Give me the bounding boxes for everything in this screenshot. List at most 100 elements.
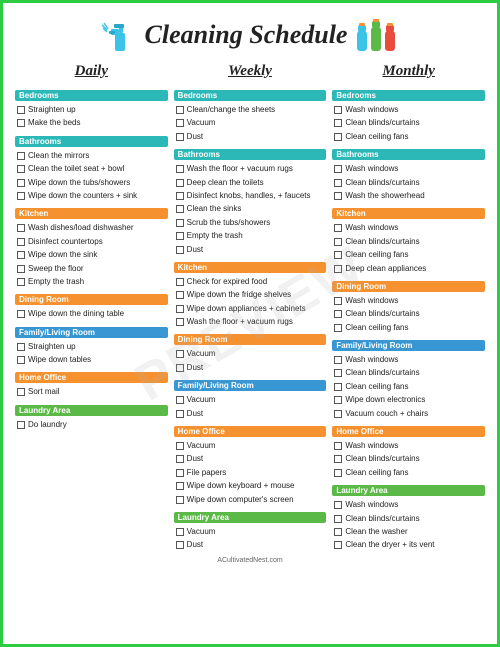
task-item: Vacuum [174,118,327,128]
task-checkbox[interactable] [334,501,342,509]
task-checkbox[interactable] [176,219,184,227]
task-checkbox[interactable] [334,442,342,450]
task-item: Dust [174,454,327,464]
task-checkbox[interactable] [176,192,184,200]
task-label: Dust [187,540,203,550]
task-checkbox[interactable] [176,541,184,549]
task-checkbox[interactable] [176,442,184,450]
task-checkbox[interactable] [334,541,342,549]
task-checkbox[interactable] [17,224,25,232]
task-label: Disinfect countertops [28,237,103,247]
task-checkbox[interactable] [334,396,342,404]
task-checkbox[interactable] [334,410,342,418]
task-checkbox[interactable] [176,205,184,213]
section-header-1-3: Dining Room [174,334,327,345]
task-checkbox[interactable] [17,265,25,273]
task-checkbox[interactable] [334,455,342,463]
task-label: Wash windows [345,500,398,510]
task-checkbox[interactable] [334,192,342,200]
task-item: Clean blinds/curtains [332,237,485,247]
task-checkbox[interactable] [17,388,25,396]
section-header-2-4: Family/Living Room [332,340,485,351]
task-checkbox[interactable] [176,364,184,372]
task-checkbox[interactable] [17,179,25,187]
task-checkbox[interactable] [334,383,342,391]
task-label: Vacuum couch + chairs [345,409,428,419]
task-checkbox[interactable] [334,369,342,377]
task-checkbox[interactable] [334,119,342,127]
task-checkbox[interactable] [334,469,342,477]
task-checkbox[interactable] [334,224,342,232]
task-label: Sweep the floor [28,264,84,274]
task-item: Vacuum couch + chairs [332,409,485,419]
task-checkbox[interactable] [17,119,25,127]
task-checkbox[interactable] [176,496,184,504]
task-item: Clean blinds/curtains [332,514,485,524]
task-checkbox[interactable] [176,528,184,536]
task-checkbox[interactable] [334,528,342,536]
task-checkbox[interactable] [17,356,25,364]
task-item: Deep clean the toilets [174,178,327,188]
task-label: Empty the trash [187,231,243,241]
task-checkbox[interactable] [176,318,184,326]
task-item: Clean the mirrors [15,151,168,161]
task-checkbox[interactable] [176,278,184,286]
task-checkbox[interactable] [334,251,342,259]
task-checkbox[interactable] [176,165,184,173]
task-checkbox[interactable] [17,343,25,351]
task-checkbox[interactable] [176,246,184,254]
task-item: Wipe down electronics [332,395,485,405]
task-checkbox[interactable] [176,350,184,358]
task-label: Wipe down the dining table [28,309,124,319]
task-checkbox[interactable] [334,179,342,187]
task-checkbox[interactable] [17,238,25,246]
task-checkbox[interactable] [334,324,342,332]
task-checkbox[interactable] [176,133,184,141]
page-title: Cleaning Schedule [145,20,348,50]
task-item: Dust [174,132,327,142]
task-checkbox[interactable] [176,455,184,463]
task-checkbox[interactable] [176,232,184,240]
task-checkbox[interactable] [17,421,25,429]
task-item: Scrub the tubs/showers [174,218,327,228]
task-checkbox[interactable] [17,106,25,114]
task-checkbox[interactable] [176,396,184,404]
task-checkbox[interactable] [17,192,25,200]
task-item: Straighten up [15,105,168,115]
task-label: Clean blinds/curtains [345,454,419,464]
task-checkbox[interactable] [176,410,184,418]
task-checkbox[interactable] [334,265,342,273]
task-checkbox[interactable] [334,356,342,364]
task-checkbox[interactable] [17,165,25,173]
task-checkbox[interactable] [17,310,25,318]
task-item: Clean the dryer + its vent [332,540,485,550]
task-checkbox[interactable] [176,482,184,490]
task-label: Clean the sinks [187,204,242,214]
task-item: Wipe down the sink [15,250,168,260]
task-checkbox[interactable] [176,179,184,187]
task-checkbox[interactable] [334,238,342,246]
task-item: Clean blinds/curtains [332,118,485,128]
task-item: Wipe down the fridge shelves [174,290,327,300]
task-checkbox[interactable] [334,106,342,114]
task-checkbox[interactable] [334,310,342,318]
section-header-2-5: Home Office [332,426,485,437]
columns-container: DailyBedroomsStraighten upMake the bedsB… [15,63,485,551]
task-checkbox[interactable] [334,297,342,305]
task-checkbox[interactable] [334,515,342,523]
task-label: Wipe down the sink [28,250,97,260]
task-checkbox[interactable] [334,165,342,173]
task-checkbox[interactable] [334,133,342,141]
task-checkbox[interactable] [176,119,184,127]
task-checkbox[interactable] [176,291,184,299]
task-checkbox[interactable] [17,278,25,286]
task-checkbox[interactable] [176,469,184,477]
task-checkbox[interactable] [17,152,25,160]
task-checkbox[interactable] [176,305,184,313]
task-checkbox[interactable] [176,106,184,114]
task-checkbox[interactable] [17,251,25,259]
task-label: Clean ceiling fans [345,382,408,392]
task-item: Clean blinds/curtains [332,309,485,319]
column-0: DailyBedroomsStraighten upMake the bedsB… [15,63,168,551]
task-label: Wipe down the tubs/showers [28,178,130,188]
